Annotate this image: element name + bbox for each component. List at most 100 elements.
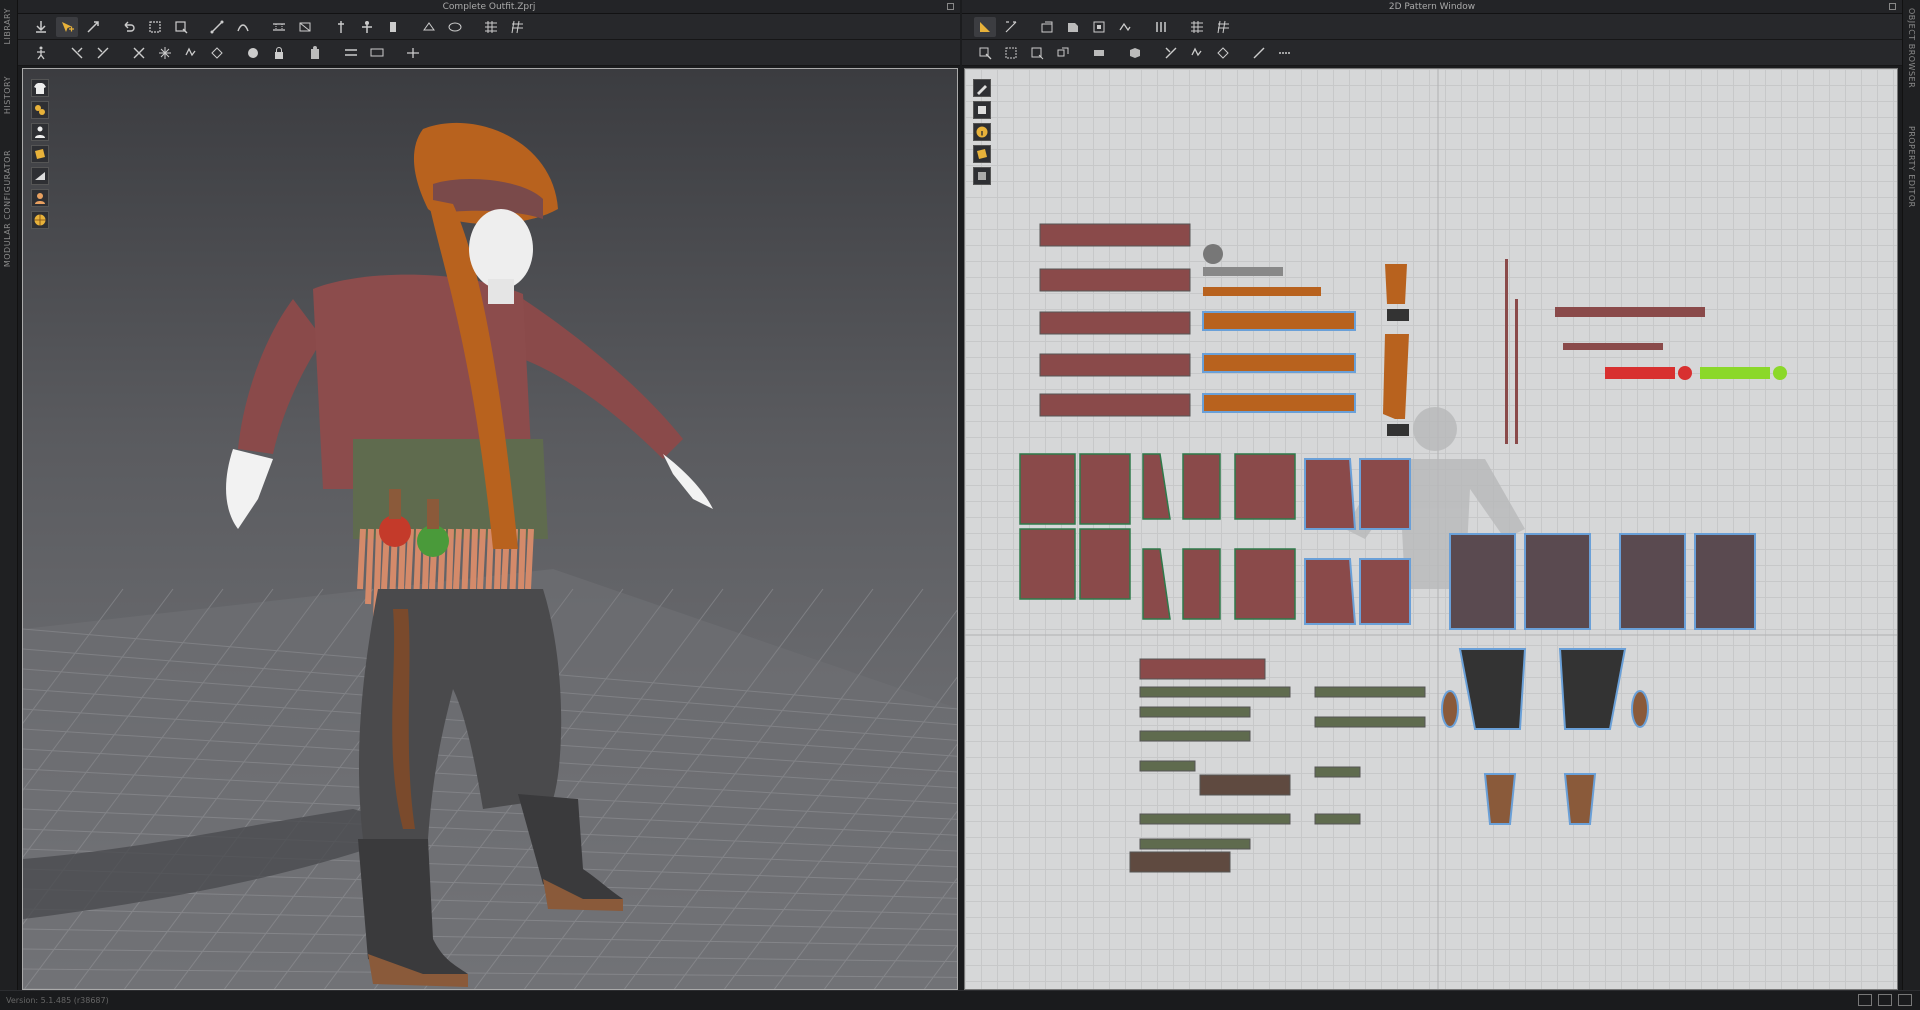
undock-icon[interactable] — [947, 3, 954, 10]
right-hand — [663, 454, 713, 509]
info-icon[interactable] — [973, 123, 991, 141]
pattern-canvas[interactable] — [965, 69, 1898, 990]
grid-toggle-icon[interactable] — [480, 17, 502, 37]
fringe-strand — [525, 528, 534, 590]
ruler-icon[interactable] — [1114, 17, 1136, 37]
status-bar: Version: 5.1.485 (r38687) — [0, 990, 1920, 1010]
freeze-icon[interactable] — [154, 43, 176, 63]
redo-icon[interactable] — [144, 17, 166, 37]
right-side-tabs: OBJECT BROWSER PROPERTY EDITOR — [1902, 0, 1920, 990]
sphere-icon[interactable] — [242, 43, 264, 63]
pattern-display-icon[interactable] — [973, 167, 991, 185]
pleat-icon[interactable] — [1160, 43, 1182, 63]
tack-icon[interactable] — [382, 17, 404, 37]
fold-icon[interactable] — [294, 17, 316, 37]
fabric-render-icon[interactable] — [31, 101, 49, 119]
mesh-display-icon[interactable] — [31, 167, 49, 185]
layout-single-icon[interactable] — [1858, 994, 1872, 1006]
pattern-group-vest — [1304, 458, 1411, 625]
3d-viewport-toolbar — [31, 79, 49, 229]
version-label: Version: 5.1.485 (r38687) — [6, 996, 109, 1005]
skin-display-icon[interactable] — [31, 189, 49, 207]
2d-window-title: 2D Pattern Window — [1388, 2, 1476, 12]
pin-icon[interactable] — [330, 17, 352, 37]
rectangle-icon[interactable] — [1036, 17, 1058, 37]
line-tool-icon[interactable] — [232, 17, 254, 37]
transform-pattern-icon[interactable] — [82, 17, 104, 37]
sewing-icon[interactable] — [268, 17, 290, 37]
eraser-icon[interactable] — [973, 101, 991, 119]
texture-icon[interactable] — [1124, 43, 1146, 63]
layout-2d-icon[interactable] — [1898, 994, 1912, 1006]
transform-pattern-icon[interactable] — [974, 16, 996, 37]
pattern-group-coat — [1449, 533, 1756, 630]
3d-toolbar-row2 — [18, 40, 960, 66]
avatar-display-icon[interactable] — [31, 123, 49, 141]
puckering-icon[interactable] — [340, 43, 362, 63]
measure-icon[interactable] — [1274, 43, 1296, 63]
measure-icon[interactable] — [444, 17, 466, 37]
pen-icon[interactable] — [973, 79, 991, 97]
fringe-strand — [477, 528, 486, 590]
button-icon[interactable] — [418, 17, 440, 37]
select-pattern-icon[interactable] — [974, 43, 996, 63]
lock-icon[interactable] — [268, 43, 290, 63]
fringe-strand — [357, 528, 366, 590]
undock-icon[interactable] — [1889, 3, 1896, 10]
simulation-icon[interactable] — [30, 17, 52, 37]
2d-toolbar-row2 — [962, 40, 1902, 66]
tab-history[interactable]: HISTORY — [3, 76, 12, 114]
3d-toolbar-row1 — [18, 14, 960, 40]
globe-icon[interactable] — [31, 211, 49, 229]
3d-window-title: Complete Outfit.Zprj — [442, 2, 536, 12]
arrange-icon[interactable] — [66, 43, 88, 63]
edit-pattern-icon[interactable] — [170, 17, 192, 37]
grading-icon[interactable] — [1248, 43, 1270, 63]
grid-icon[interactable] — [506, 17, 528, 37]
fold-arrange-icon[interactable] — [1186, 43, 1208, 63]
topstitch-icon[interactable] — [1212, 43, 1234, 63]
edit-curve-icon[interactable] — [1000, 17, 1022, 37]
select-move-icon[interactable] — [56, 16, 78, 37]
segment-icon[interactable] — [206, 17, 228, 37]
fringe-strand — [453, 528, 462, 590]
pattern-group-strips — [1039, 223, 1409, 436]
undo-icon[interactable] — [118, 17, 140, 37]
trace-icon[interactable] — [1088, 43, 1110, 63]
pattern-group-trousers-strips — [1129, 658, 1426, 873]
layout-split-icon[interactable] — [1878, 994, 1892, 1006]
left-sleeve — [238, 299, 323, 454]
3d-scene[interactable] — [23, 69, 958, 990]
grid-toggle-icon[interactable] — [1212, 17, 1234, 37]
avatar-icon[interactable] — [356, 17, 378, 37]
fringe-strand — [365, 528, 374, 605]
3d-garment-viewport[interactable] — [22, 68, 958, 990]
segment-sewing-icon[interactable] — [1150, 17, 1172, 37]
tab-property-editor[interactable]: PROPERTY EDITOR — [1907, 126, 1916, 208]
hide-icon[interactable] — [180, 43, 202, 63]
right-sleeve — [523, 299, 683, 459]
2d-window-titlebar: 2D Pattern Window — [962, 0, 1902, 14]
hide-3d-icon[interactable] — [366, 43, 388, 63]
strengthen-icon[interactable] — [92, 43, 114, 63]
texture-display-icon[interactable] — [31, 145, 49, 163]
grid-icon[interactable] — [1186, 17, 1208, 37]
deactivate-icon[interactable] — [128, 43, 150, 63]
trim-icon[interactable] — [304, 43, 326, 63]
add-point-icon[interactable] — [1026, 43, 1048, 63]
clone-icon[interactable] — [206, 43, 228, 63]
polygon-icon[interactable] — [1062, 17, 1084, 37]
curve-point-icon[interactable] — [1052, 43, 1074, 63]
show-3d-icon[interactable] — [402, 43, 424, 63]
2d-pattern-viewport[interactable] — [964, 68, 1898, 990]
tab-modular-configurator[interactable]: MODULAR CONFIGURATOR — [3, 150, 12, 267]
clo3d-app: LIBRARY HISTORY MODULAR CONFIGURATOR OBJ… — [0, 0, 1920, 1010]
left-side-tabs: LIBRARY HISTORY MODULAR CONFIGURATOR — [0, 0, 18, 990]
edit-point-icon[interactable] — [1000, 43, 1022, 63]
shirt-icon[interactable] — [31, 79, 49, 97]
pose-icon[interactable] — [30, 43, 52, 63]
internal-polygon-icon[interactable] — [1088, 17, 1110, 37]
tab-object-browser[interactable]: OBJECT BROWSER — [1907, 8, 1916, 88]
texture-2d-icon[interactable] — [973, 145, 991, 163]
tab-library[interactable]: LIBRARY — [3, 8, 12, 44]
